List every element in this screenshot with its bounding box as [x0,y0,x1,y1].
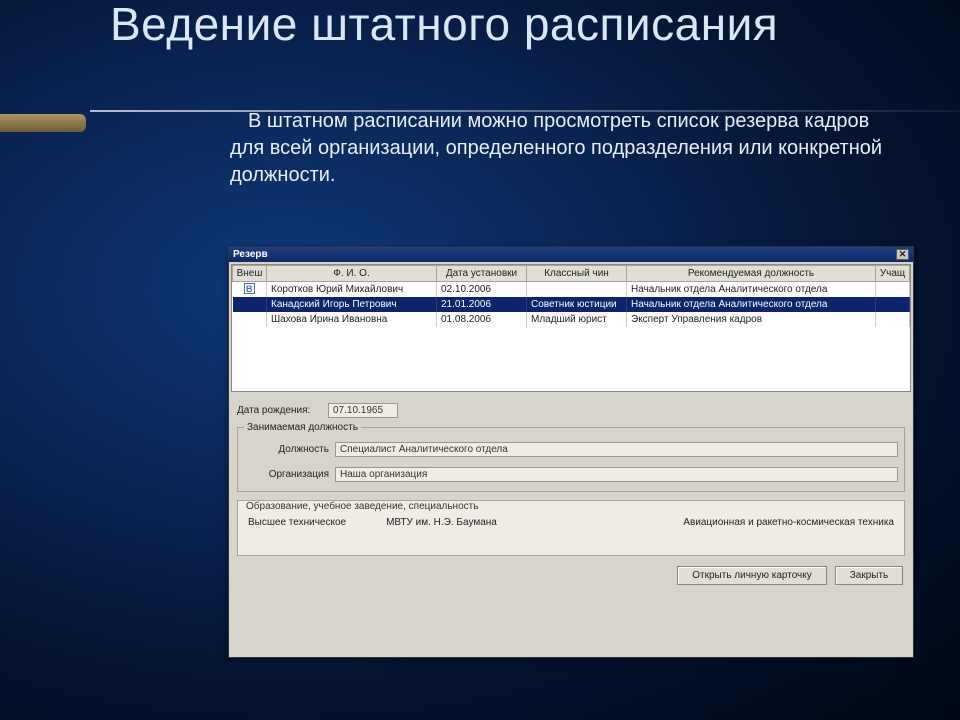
table-row[interactable]: В Коротков Юрий Михайлович 02.10.2006 На… [233,282,910,297]
col-date[interactable]: Дата установки [437,266,527,282]
details-panel: Дата рождения: 07.10.1965 Занимаемая дол… [229,394,913,498]
cell-stud [876,282,910,297]
cell-rank: Младший юрист [527,312,627,327]
cell-rec: Начальник отдела Аналитического отдела [627,297,876,312]
col-vnesh[interactable]: Внеш [233,266,267,282]
col-recommended[interactable]: Рекомендуемая должность [627,266,876,282]
birth-date-value: 07.10.1965 [328,403,398,418]
grid-header-row: Внеш Ф. И. О. Дата установки Классный чи… [233,266,910,282]
decorative-bar [0,114,86,132]
organization-value: Наша организация [335,467,898,482]
decorative-line [90,110,960,112]
cell-stud [876,312,910,327]
cell-rec: Начальник отдела Аналитического отдела [627,282,876,297]
cell-rec: Эксперт Управления кадров [627,312,876,327]
slide-title: Ведение штатного расписания [0,0,960,58]
education-panel: Образование, учебное заведение, специаль… [237,500,905,556]
close-button[interactable]: Закрыть [835,566,903,585]
education-level: Высшее техническое [248,517,346,528]
reserve-grid[interactable]: Внеш Ф. И. О. Дата установки Классный чи… [232,265,910,327]
cell-fio: Коротков Юрий Михайлович [267,282,437,297]
cell-date: 02.10.2006 [437,282,527,297]
position-value: Специалист Аналитического отдела [335,442,898,457]
cell-rank: Советник юстиции [527,297,627,312]
education-header: Образование, учебное заведение, специаль… [244,501,480,512]
reserve-window: Резерв ✕ Внеш Ф. И. О. Дата установки Кл… [228,246,914,658]
cell-fio: Канадский Игорь Петрович [267,297,437,312]
col-student[interactable]: Учащ [876,266,910,282]
button-row: Открыть личную карточку Закрыть [229,560,913,591]
window-titlebar: Резерв ✕ [229,247,913,262]
cell-fio: Шахова Ирина Ивановна [267,312,437,327]
birth-date-label: Дата рождения: [237,405,322,416]
position-group: Занимаемая должность Должность Специалис… [237,422,905,492]
table-row[interactable]: Шахова Ирина Ивановна 01.08.2006 Младший… [233,312,910,327]
cell-date: 01.08.2006 [437,312,527,327]
education-spec: Авиационная и ракетно-космическая техник… [683,517,894,528]
table-row[interactable]: Канадский Игорь Петрович 21.01.2006 Сове… [233,297,910,312]
slide-body-text: В штатном расписании можно просмотреть с… [0,58,960,199]
col-rank[interactable]: Классный чин [527,266,627,282]
organization-label: Организация [244,469,329,480]
position-group-title: Занимаемая должность [244,422,361,433]
education-school: МВТУ им. Н.Э. Баумана [346,517,683,528]
cell-rank [527,282,627,297]
open-card-button[interactable]: Открыть личную карточку [677,566,827,585]
cell-stud [876,297,910,312]
window-title: Резерв [233,249,268,260]
external-icon: В [244,283,255,294]
close-icon[interactable]: ✕ [896,249,909,260]
col-fio[interactable]: Ф. И. О. [267,266,437,282]
reserve-grid-container: Внеш Ф. И. О. Дата установки Классный чи… [231,264,911,392]
cell-date: 21.01.2006 [437,297,527,312]
position-label: Должность [244,444,329,455]
